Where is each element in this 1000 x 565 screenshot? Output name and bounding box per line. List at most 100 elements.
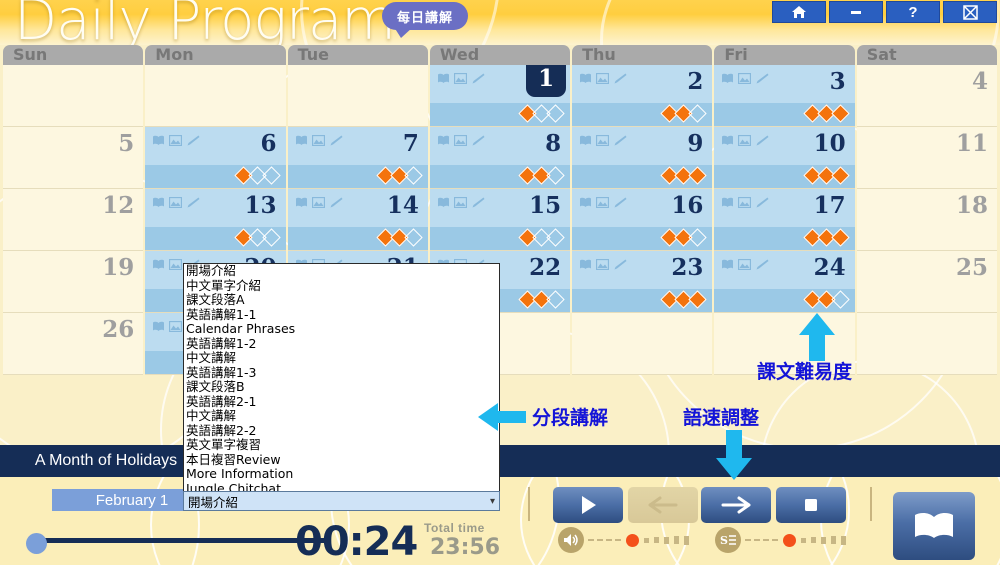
calendar-day-25[interactable]: 25 [856,251,997,313]
segment-option[interactable]: More Information [184,466,499,482]
home-button[interactable] [772,1,826,23]
daily-program-window: Daily Program 每日講解 ? Sun Mon Tue Wed Thu Fri S… [0,0,1000,565]
help-button[interactable]: ? [886,1,940,23]
speed-track [745,533,848,547]
speed-slider[interactable]: S [715,527,848,553]
calendar-day-16[interactable]: 16 [572,189,713,251]
difficulty-diamond [546,104,565,123]
segment-option[interactable]: 英語講解1-1 [184,307,499,323]
calendar-day-5[interactable]: 5 [3,127,144,189]
difficulty-diamonds [518,290,565,309]
day-content-icons [152,135,200,146]
day-content-icons [721,197,769,208]
volume-slider[interactable] [558,527,691,553]
difficulty-diamond [404,228,423,247]
calendar-day-number: 17 [813,192,846,219]
speed-knob[interactable] [783,533,796,547]
seek-knob[interactable] [26,533,47,554]
difficulty-diamond [830,290,850,309]
segment-option[interactable]: 英文單字複習 [184,437,499,453]
segment-option[interactable]: 英語講解2-2 [184,423,499,439]
segment-option[interactable]: 課文段落A [184,292,499,308]
calendar-day-15[interactable]: 15 [429,189,571,251]
book-icon [579,259,592,270]
calendar-day-18[interactable]: 18 [856,189,997,251]
picture-icon [169,197,183,208]
close-button[interactable] [943,1,997,23]
book-icon [152,321,165,332]
day-content-icons [579,135,627,146]
calendar-day-10[interactable]: 10 [714,127,855,189]
previous-button[interactable] [628,487,698,523]
calendar-day-header-tue: Tue [287,45,428,65]
segment-option[interactable]: 本日複習Review [184,452,499,468]
calendar-week: 1 2 3 4 [3,65,997,127]
segment-option[interactable]: 中文講解 [184,408,499,424]
picture-icon [738,197,752,208]
segment-option[interactable]: 英語講解1-2 [184,336,499,352]
pencil-icon [613,259,627,270]
arrow-left-icon [478,402,526,437]
calendar-day-6[interactable]: 6 [145,127,286,189]
calendar-day-26[interactable]: 26 [3,313,144,375]
stop-button[interactable] [776,487,846,523]
calendar-day-number: 26 [102,316,135,343]
segment-option[interactable]: 中文單字介紹 [184,278,499,294]
arrow-down-icon [714,430,754,485]
picture-icon [169,259,183,270]
volume-knob[interactable] [626,533,639,547]
picture-icon [738,135,752,146]
seek-slider[interactable] [20,533,330,554]
calendar-day-number: 7 [402,130,419,157]
pencil-icon [471,197,485,208]
difficulty-diamonds [802,104,850,123]
calendar-day-13[interactable]: 13 [145,189,286,251]
segment-option[interactable]: 開場介紹 [184,264,499,279]
calendar-day-4[interactable]: 4 [856,65,997,127]
segment-dropdown-list[interactable]: 開場介紹 中文單字介紹 課文段落A 英語講解1-1 Calendar Phrases 英語… [183,263,500,491]
day-content-icons [295,135,343,146]
segment-option[interactable]: Jungle Chitchat [184,481,499,491]
calendar-day-7[interactable]: 7 [287,127,428,189]
segment-option[interactable]: 中文講解 [184,350,499,366]
calendar-day-3[interactable]: 3 [714,65,855,127]
next-button[interactable] [701,487,771,523]
calendar-day-number: 22 [529,254,562,281]
difficulty-diamonds [233,228,281,247]
calendar-day-11[interactable]: 11 [856,127,997,189]
segment-dropdown[interactable]: 開場介紹 中文單字介紹 課文段落A 英語講解1-1 Calendar Phrases 英語… [183,263,500,511]
pencil-icon [755,197,769,208]
calendar-day-19[interactable]: 19 [3,251,144,313]
segment-option[interactable]: Calendar Phrases [184,321,499,337]
calendar-day-24[interactable]: 24 [714,251,855,313]
difficulty-diamond [546,166,565,185]
calendar-day-12[interactable]: 12 [3,189,144,251]
book-icon [721,197,734,208]
book-icon [721,135,734,146]
book-button[interactable] [893,492,975,560]
calendar-day-8[interactable]: 8 [429,127,571,189]
calendar-day-23[interactable]: 23 [572,251,713,313]
day-content-icons [152,197,200,208]
difficulty-diamonds [518,104,565,123]
difficulty-diamond [546,228,565,247]
segment-select[interactable]: 開場介紹 ▾ [183,491,500,511]
pencil-icon [755,135,769,146]
calendar-day-2[interactable]: 2 [572,65,713,127]
calendar-grid: Sun Mon Tue Wed Thu Fri Sat 1 2 3 4 5 6 7 8 9 10 11 12 13 1… [0,45,1000,445]
calendar-day-number: 2 [687,68,704,95]
difficulty-diamonds [660,290,708,309]
calendar-day-17[interactable]: 17 [714,189,855,251]
calendar-day-1[interactable]: 1 [429,65,571,127]
calendar-day-blank [856,313,997,375]
calendar-day-14[interactable]: 14 [287,189,428,251]
segment-option[interactable]: 英語講解1-3 [184,365,499,381]
segment-option[interactable]: 課文段落B [184,379,499,395]
difficulty-diamonds [660,228,708,247]
minimize-button[interactable] [829,1,883,23]
calendar-week: 12 13 14 15 16 17 18 [3,189,997,251]
calendar-day-9[interactable]: 9 [572,127,713,189]
segment-option[interactable]: 英語講解2-1 [184,394,499,410]
play-button[interactable] [553,487,623,523]
calendar-day-number: 24 [813,254,846,281]
